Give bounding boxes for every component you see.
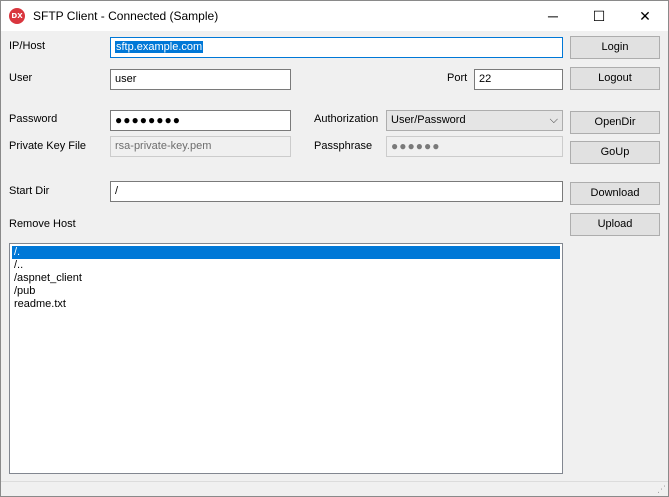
user-input[interactable]: user <box>110 69 291 90</box>
authorization-select[interactable]: User/Password ⌵ <box>386 110 563 131</box>
list-item[interactable]: /. <box>12 246 560 259</box>
login-button[interactable]: Login <box>570 36 660 59</box>
status-bar: ⋰ <box>1 481 668 496</box>
private-key-input[interactable]: rsa-private-key.pem <box>110 136 291 157</box>
passphrase-masked-value: ●●●●●● <box>391 139 441 153</box>
download-button[interactable]: Download <box>570 182 660 205</box>
remote-file-list[interactable]: /. /.. /aspnet_client /pub readme.txt <box>9 243 563 474</box>
host-label: IP/Host <box>9 40 46 52</box>
port-label: Port <box>447 72 468 84</box>
close-button[interactable]: ✕ <box>622 1 668 31</box>
title-bar[interactable]: DX SFTP Client - Connected (Sample) ─ ☐ … <box>1 1 668 31</box>
private-key-label: Private Key File <box>9 140 87 152</box>
sftp-client-window: DX SFTP Client - Connected (Sample) ─ ☐ … <box>0 0 669 497</box>
host-input-value: sftp.example.com <box>115 41 204 53</box>
port-input[interactable]: 22 <box>474 69 563 90</box>
opendir-button[interactable]: OpenDir <box>570 111 660 134</box>
passphrase-label: Passphrase <box>314 140 373 152</box>
list-item[interactable]: /.. <box>12 259 560 272</box>
passphrase-input[interactable]: ●●●●●● <box>386 136 563 157</box>
list-item[interactable]: /aspnet_client <box>12 272 560 285</box>
resize-grip-icon[interactable]: ⋰ <box>657 484 666 495</box>
chevron-down-icon: ⌵ <box>549 114 558 126</box>
app-icon[interactable]: DX <box>9 8 25 24</box>
window-title: SFTP Client - Connected (Sample) <box>33 9 219 23</box>
goup-button[interactable]: GoUp <box>570 141 660 164</box>
logout-button[interactable]: Logout <box>570 67 660 90</box>
password-masked-value: ●●●●●●●● <box>115 113 181 127</box>
maximize-button[interactable]: ☐ <box>576 1 622 31</box>
authorization-label: Authorization <box>314 113 379 125</box>
password-input[interactable]: ●●●●●●●● <box>110 110 291 131</box>
remote-host-label: Remove Host <box>9 218 76 230</box>
password-label: Password <box>9 113 58 125</box>
user-label: User <box>9 72 33 84</box>
minimize-button[interactable]: ─ <box>530 1 576 31</box>
upload-button[interactable]: Upload <box>570 213 660 236</box>
host-input[interactable]: sftp.example.com <box>110 37 563 58</box>
list-item[interactable]: /pub <box>12 285 560 298</box>
start-dir-label: Start Dir <box>9 185 50 197</box>
authorization-selected-value: User/Password <box>391 114 466 126</box>
list-item[interactable]: readme.txt <box>12 298 560 311</box>
start-dir-input[interactable]: / <box>110 181 563 202</box>
